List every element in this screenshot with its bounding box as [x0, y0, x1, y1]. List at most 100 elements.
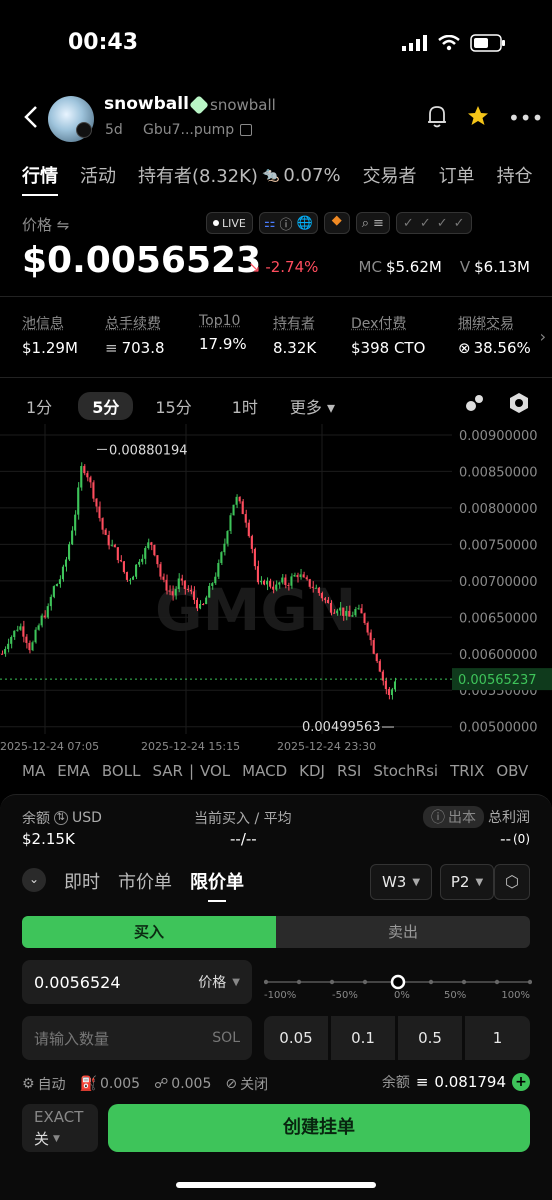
- info-holders[interactable]: 持有者 8.32K: [273, 313, 316, 357]
- info-bundle[interactable]: 捆绑交易 ⊗ 38.56%: [458, 313, 531, 357]
- ind-ema[interactable]: EMA: [57, 762, 90, 780]
- candle: [128, 579, 131, 581]
- candle: [199, 604, 202, 609]
- quick-amount-button[interactable]: 0.1: [331, 1016, 395, 1060]
- ind-macd[interactable]: MACD: [242, 762, 287, 780]
- sol-balance-value: 0.081794: [434, 1073, 506, 1091]
- info-top10[interactable]: Top10 17.9%: [199, 313, 247, 353]
- p-select[interactable]: P2 ▼: [440, 864, 494, 900]
- collapse-icon[interactable]: ⌄: [22, 868, 46, 892]
- tab-traders[interactable]: 交易者: [363, 162, 417, 188]
- star-icon[interactable]: [466, 104, 490, 128]
- candle: [107, 534, 110, 546]
- more-icon[interactable]: •••: [508, 106, 543, 130]
- candle: [22, 626, 25, 637]
- tab-orders[interactable]: 订单: [439, 162, 475, 188]
- indicator-toggle-icon[interactable]: [464, 392, 486, 414]
- candle: [351, 615, 354, 617]
- order-instant[interactable]: 即时: [64, 868, 100, 894]
- candle: [320, 593, 323, 599]
- price-mode-label: 价格: [198, 975, 227, 991]
- settings-icon[interactable]: [508, 392, 530, 414]
- live-badge[interactable]: LIVE: [206, 212, 253, 234]
- list-icon[interactable]: ≡: [373, 216, 384, 231]
- tab-market[interactable]: 行情: [22, 162, 58, 196]
- candle: [43, 615, 46, 618]
- gas-option[interactable]: ⛽ 0.005: [80, 1076, 141, 1092]
- order-market[interactable]: 市价单: [118, 868, 172, 894]
- ind-obv[interactable]: OBV: [496, 762, 528, 780]
- buy-tab[interactable]: 买入: [22, 916, 276, 948]
- tf-more[interactable]: 更多 ▾: [290, 394, 335, 418]
- tab-activity[interactable]: 活动: [80, 162, 116, 188]
- gas-value: 0.005: [100, 1076, 141, 1092]
- info-pool[interactable]: 池信息 $1.29M: [22, 313, 78, 357]
- info-fees[interactable]: 总手续费 ≡ 703.8: [105, 313, 165, 357]
- quick-amount-button[interactable]: 0.05: [264, 1016, 328, 1060]
- ind-boll[interactable]: BOLL: [102, 762, 141, 780]
- candle: [323, 598, 326, 600]
- tip-option[interactable]: ☍ 0.005: [154, 1076, 211, 1092]
- candle: [202, 604, 205, 606]
- back-icon[interactable]: [22, 104, 40, 130]
- info-label: Dex付费: [351, 316, 407, 332]
- info-icon[interactable]: ⓘ: [280, 214, 293, 233]
- tf-15m[interactable]: 15分: [155, 394, 191, 418]
- tab-positions[interactable]: 持仓: [497, 162, 533, 188]
- limit-price-field[interactable]: 0.0056524 价格 ▼: [22, 960, 252, 1004]
- price-offset-slider[interactable]: [264, 974, 532, 990]
- grid-icon[interactable]: ⚏: [264, 216, 276, 231]
- candle: [16, 629, 19, 631]
- candle: [110, 544, 113, 546]
- x-tick-label: 2025-12-24 23:30: [277, 740, 376, 753]
- metamask-icon[interactable]: ◆: [323, 212, 350, 234]
- ind-rsi[interactable]: RSI: [337, 762, 361, 780]
- candle: [305, 577, 308, 580]
- candle: [61, 566, 64, 580]
- slider-knob[interactable]: [390, 974, 406, 990]
- create-order-button[interactable]: 创建挂单: [108, 1104, 530, 1152]
- globe-icon[interactable]: 🌐: [297, 216, 313, 231]
- tf-5m[interactable]: 5分: [78, 392, 134, 420]
- exact-toggle[interactable]: EXACT 关 ▼: [22, 1104, 98, 1152]
- candle: [393, 681, 396, 690]
- x-tick-label: 2025-12-24 15:15: [141, 740, 240, 753]
- ind-stochrsi[interactable]: StochRsi: [373, 762, 438, 780]
- candle: [244, 514, 247, 523]
- sell-tab[interactable]: 卖出: [276, 916, 530, 948]
- candle: [369, 632, 372, 641]
- chevron-right-icon[interactable]: ›: [540, 327, 546, 346]
- search-icon[interactable]: ⌕: [362, 216, 369, 231]
- order-limit[interactable]: 限价单: [190, 868, 244, 902]
- ind-vol[interactable]: VOL: [200, 762, 230, 780]
- ind-kdj[interactable]: KDJ: [299, 762, 325, 780]
- quick-amount-button[interactable]: 0.5: [398, 1016, 462, 1060]
- info-dex-paid[interactable]: Dex付费 $398 CTO: [351, 313, 425, 357]
- tab-holders[interactable]: 持有者(8.32K) 🐀 0.07%: [138, 162, 341, 188]
- profit-count: (0): [513, 832, 530, 846]
- trade-settings-icon[interactable]: ⬡: [494, 864, 530, 900]
- add-funds-icon[interactable]: +: [512, 1073, 530, 1091]
- tf-1m[interactable]: 1分: [22, 392, 56, 420]
- mev-option[interactable]: ⊘ 关闭: [225, 1074, 268, 1094]
- w-select[interactable]: W3 ▼: [370, 864, 432, 900]
- swap-icon[interactable]: ⇅: [54, 811, 68, 825]
- p-select-value: P2: [450, 873, 470, 891]
- sol-icon: ≡: [415, 1073, 429, 1091]
- info-label: 持有者: [273, 316, 315, 332]
- live-dot-icon: [213, 220, 219, 226]
- ind-trix[interactable]: TRIX: [450, 762, 484, 780]
- cost-label: 出本: [448, 810, 476, 826]
- quantity-field[interactable]: 请输入数量 SOL: [22, 1016, 252, 1060]
- tf-1h[interactable]: 1时: [232, 394, 258, 418]
- price-chart[interactable]: GMGN 0.009000000.008500000.008000000.007…: [0, 418, 552, 758]
- ind-sar[interactable]: SAR: [152, 762, 182, 780]
- candle: [135, 564, 138, 577]
- bell-icon[interactable]: [426, 104, 448, 128]
- copy-address[interactable]: Gbu7...pump: [143, 122, 253, 138]
- quick-amount-button[interactable]: 1: [465, 1016, 530, 1060]
- ind-ma[interactable]: MA: [22, 762, 45, 780]
- cost-toggle[interactable]: ⓘ 出本: [423, 806, 484, 828]
- auto-option[interactable]: ⚙ 自动: [22, 1074, 66, 1094]
- price-mode-select[interactable]: 价格 ▼: [198, 972, 240, 992]
